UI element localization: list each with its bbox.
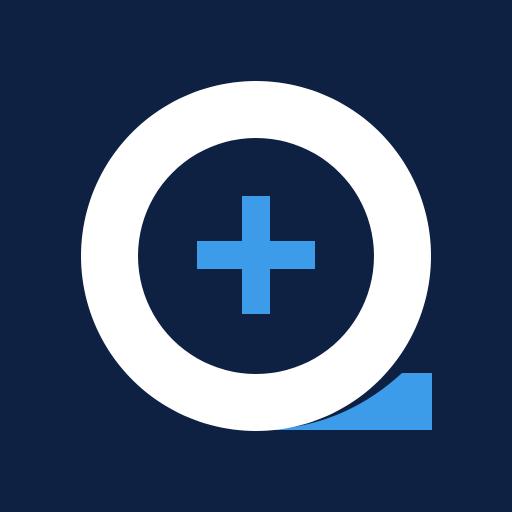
plus-horizontal-bar xyxy=(197,241,315,269)
app-icon xyxy=(0,0,512,512)
zoom-in-plus-logo-icon xyxy=(0,0,512,512)
